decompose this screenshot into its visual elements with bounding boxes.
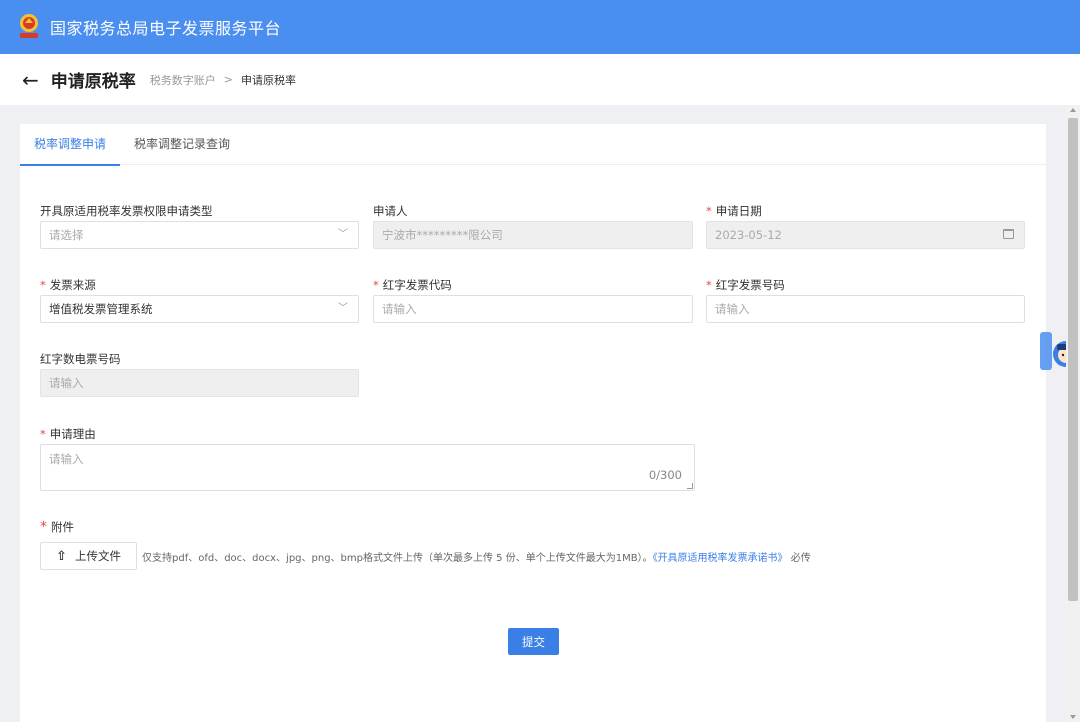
reason-textarea[interactable]: 请输入 0/300 (40, 444, 695, 491)
red-invoice-code-label: * 红字发票代码 (373, 278, 452, 292)
tax-emblem-icon (14, 12, 44, 42)
commitment-letter-link[interactable]: 《开具原适用税率发票承诺书》 (653, 553, 788, 564)
red-digital-invoice-number-input: 请输入 (40, 369, 359, 397)
platform-title: 国家税务总局电子发票服务平台 (50, 19, 282, 38)
apply-date-label: * 申请日期 (706, 204, 762, 218)
chevron-down-icon: ﹀ (338, 229, 348, 240)
resize-handle-icon[interactable] (687, 483, 693, 489)
breadcrumb-separator: > (223, 73, 233, 86)
upload-icon: ⇧ (56, 548, 67, 564)
back-arrow-icon[interactable]: ← (22, 70, 39, 90)
submit-button[interactable]: 提交 (508, 628, 559, 655)
scroll-up-icon[interactable] (1070, 108, 1076, 112)
upload-hint: 仅支持pdf、ofd、doc、docx、jpg、png、bmp格式文件上传（单次… (142, 553, 811, 564)
apply-date-input: 2023-05-12 (706, 221, 1025, 249)
page-title: 申请原税率 (50, 72, 136, 92)
red-invoice-number-input[interactable]: 请输入 (706, 295, 1025, 323)
scroll-thumb[interactable] (1068, 118, 1078, 601)
tab-bar: 税率调整申请 税率调整记录查询 (19, 124, 1046, 166)
tab-rate-adjust-apply[interactable]: 税率调整申请 (19, 124, 121, 166)
chevron-down-icon: ﹀ (338, 303, 348, 314)
breadcrumb-item[interactable]: 税务数字账户 (150, 72, 216, 88)
permission-type-label: 开具原适用税率发票权限申请类型 (40, 204, 213, 218)
page-header: ← 申请原税率 税务数字账户 > 申请原税率 (0, 54, 1080, 105)
red-invoice-number-label: * 红字发票号码 (706, 278, 785, 292)
red-invoice-code-input[interactable]: 请输入 (373, 295, 693, 323)
applicant-input: 宁波市*********限公司 (373, 221, 693, 249)
form-card: 税率调整申请 税率调整记录查询 开具原适用税率发票权限申请类型 请选择 ﹀ 申请… (19, 124, 1046, 722)
vertical-scrollbar[interactable] (1066, 105, 1080, 722)
applicant-label: 申请人 (373, 204, 408, 218)
invoice-source-label: * 发票来源 (40, 278, 96, 292)
calendar-icon (1003, 229, 1014, 239)
breadcrumb-current: 申请原税率 (240, 73, 296, 87)
permission-type-select[interactable]: 请选择 ﹀ (40, 221, 359, 249)
invoice-source-select[interactable]: 增值税发票管理系统 ﹀ (40, 295, 359, 323)
red-digital-invoice-number-label: 红字数电票号码 (40, 352, 121, 366)
tab-rate-adjust-records[interactable]: 税率调整记录查询 (134, 124, 230, 165)
attachment-label: * 附件 (40, 519, 74, 535)
upload-file-button[interactable]: ⇧ 上传文件 (40, 542, 137, 570)
reason-char-counter: 0/300 (648, 468, 682, 482)
top-bar: 国家税务总局电子发票服务平台 (0, 0, 1080, 54)
reason-label: * 申请理由 (40, 427, 96, 441)
scroll-down-icon[interactable] (1070, 715, 1076, 719)
